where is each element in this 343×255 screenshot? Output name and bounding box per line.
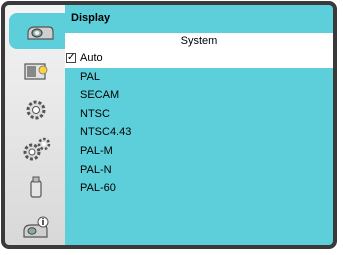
menu-item-auto[interactable]: Auto <box>65 49 333 68</box>
tab-expanded-setting[interactable] <box>9 132 63 168</box>
tab-usb[interactable] <box>9 171 63 207</box>
tab-setting[interactable] <box>9 92 63 128</box>
menu-item-secam[interactable]: SECAM <box>65 86 333 105</box>
image-adjust-icon <box>24 63 48 80</box>
expanded-setting-gears-icon <box>23 137 51 161</box>
menu-item-label: SECAM <box>80 89 120 102</box>
menu-item-label: NTSC4.43 <box>80 126 132 139</box>
tab-info[interactable] <box>9 210 63 245</box>
checkbox-checked-icon <box>66 49 76 68</box>
info-icon <box>23 216 49 238</box>
menu-item-label: PAL-M <box>80 144 113 157</box>
setting-gear-icon <box>26 100 46 120</box>
tab-image-adjust[interactable] <box>9 53 63 89</box>
menu-item-pal-n[interactable]: PAL-N <box>65 161 333 180</box>
osd-window: Display System Auto PAL SECAM NTSC NTSC4… <box>1 1 337 249</box>
content-panel: Display System Auto PAL SECAM NTSC NTSC4… <box>65 5 333 245</box>
menu-item-label: Auto <box>80 52 103 64</box>
menu-item-pal[interactable]: PAL <box>65 68 333 87</box>
tab-display[interactable] <box>9 13 71 49</box>
menu-item-label: NTSC <box>80 107 110 120</box>
section-title: System <box>180 35 218 47</box>
menu-item-ntsc[interactable]: NTSC <box>65 105 333 124</box>
menu-item-label: PAL <box>80 70 100 83</box>
menu-item-pal-m[interactable]: PAL-M <box>65 142 333 161</box>
usb-icon <box>30 176 42 198</box>
display-icon <box>27 26 54 40</box>
menu-item-label: PAL-60 <box>80 182 116 195</box>
menu-item-label: PAL-N <box>80 163 112 176</box>
sidebar <box>5 5 71 245</box>
menu-item-ntsc443[interactable]: NTSC4.43 <box>65 123 333 142</box>
system-menu: Auto PAL SECAM NTSC NTSC4.43 PAL-M PAL-N… <box>65 49 333 198</box>
menu-item-pal-60[interactable]: PAL-60 <box>65 179 333 198</box>
page-title: Display <box>71 12 111 24</box>
